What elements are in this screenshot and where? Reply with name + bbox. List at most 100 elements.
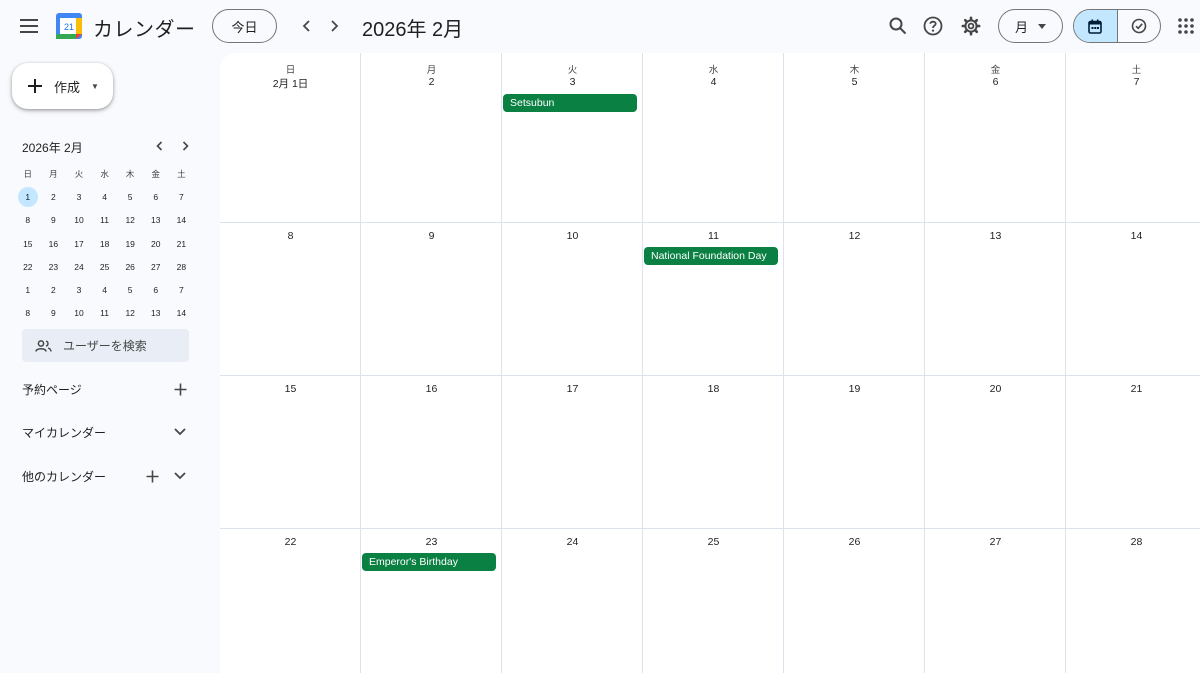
mini-calendar-day[interactable]: 4 <box>92 187 118 207</box>
mini-calendar-day[interactable]: 14 <box>169 303 195 323</box>
day-number[interactable]: 15 <box>220 383 361 395</box>
mini-calendar-day[interactable]: 6 <box>143 187 169 207</box>
mini-calendar-day[interactable]: 5 <box>117 280 143 300</box>
settings-button[interactable] <box>951 6 991 46</box>
view-selector[interactable]: 月 <box>998 9 1063 43</box>
next-period-button[interactable] <box>318 10 350 42</box>
mini-calendar-day[interactable]: 19 <box>117 234 143 254</box>
day-number[interactable]: 25 <box>643 536 784 548</box>
day-number[interactable]: 17 <box>502 383 643 395</box>
mini-calendar-day[interactable]: 11 <box>92 210 118 230</box>
help-button[interactable] <box>913 6 953 46</box>
chevron-right-icon <box>182 141 189 151</box>
mini-calendar-day[interactable]: 9 <box>41 210 67 230</box>
mini-calendar-day[interactable]: 8 <box>15 303 41 323</box>
mini-calendar-day-label: 7 <box>178 285 184 296</box>
day-number[interactable]: 8 <box>220 230 361 242</box>
mini-calendar-day-label: 6 <box>153 285 159 296</box>
booking-pages-section[interactable]: 予約ページ <box>22 377 192 401</box>
mini-calendar-day[interactable]: 13 <box>143 303 169 323</box>
day-number[interactable]: 18 <box>643 383 784 395</box>
mini-calendar-day[interactable]: 28 <box>169 257 195 277</box>
my-calendars-section[interactable]: マイカレンダー <box>22 420 192 444</box>
add-other-calendar-button[interactable] <box>140 464 164 488</box>
search-button[interactable] <box>878 6 918 46</box>
mini-calendar-day[interactable]: 18 <box>92 234 118 254</box>
calendar-logo[interactable]: 21 <box>56 13 82 39</box>
create-button[interactable]: 作成 ▼ <box>12 63 113 109</box>
mini-calendar-day[interactable]: 20 <box>143 234 169 254</box>
mini-calendar-day[interactable]: 2 <box>41 187 67 207</box>
day-number[interactable]: 24 <box>502 536 643 548</box>
day-number[interactable]: 26 <box>784 536 925 548</box>
day-number[interactable]: 4 <box>643 76 784 88</box>
day-number[interactable]: 16 <box>361 383 502 395</box>
mini-calendar-prev-button[interactable] <box>150 136 168 156</box>
mini-calendar-day[interactable]: 10 <box>66 303 92 323</box>
day-number[interactable]: 19 <box>784 383 925 395</box>
mini-calendar-day[interactable]: 3 <box>66 280 92 300</box>
other-calendars-section[interactable]: 他のカレンダー <box>22 464 192 488</box>
mini-calendar-day[interactable]: 12 <box>117 303 143 323</box>
people-search-field[interactable]: ユーザーを検索 <box>22 329 189 362</box>
mini-calendar-next-button[interactable] <box>176 136 194 156</box>
mini-calendar-day[interactable]: 16 <box>41 234 67 254</box>
event-chip[interactable]: Setsubun <box>503 94 637 112</box>
mini-calendar-day[interactable]: 21 <box>169 234 195 254</box>
day-number[interactable]: 6 <box>925 76 1066 88</box>
main-menu-button[interactable] <box>9 6 49 46</box>
mini-calendar-day[interactable]: 25 <box>92 257 118 277</box>
mini-calendar-day[interactable]: 11 <box>92 303 118 323</box>
day-number[interactable]: 14 <box>1066 230 1200 242</box>
tasks-view-toggle[interactable] <box>1118 10 1161 42</box>
event-chip[interactable]: Emperor's Birthday <box>362 553 496 571</box>
day-number[interactable]: 28 <box>1066 536 1200 548</box>
mini-calendar-day[interactable]: 7 <box>169 187 195 207</box>
day-number[interactable]: 27 <box>925 536 1066 548</box>
mini-calendar-day[interactable]: 22 <box>15 257 41 277</box>
mini-calendar-day[interactable]: 7 <box>169 280 195 300</box>
google-apps-button[interactable] <box>1166 6 1200 46</box>
calendar-view-toggle[interactable] <box>1074 10 1118 42</box>
mini-calendar-day[interactable]: 12 <box>117 210 143 230</box>
day-number[interactable]: 11 <box>643 230 784 242</box>
day-number[interactable]: 21 <box>1066 383 1200 395</box>
mini-calendar-day[interactable]: 17 <box>66 234 92 254</box>
day-number[interactable]: 2 <box>361 76 502 88</box>
mini-calendar-day-label: 4 <box>102 191 107 202</box>
mini-calendar-day[interactable]: 2 <box>41 280 67 300</box>
day-number[interactable]: 3 <box>502 76 643 88</box>
mini-calendar-day[interactable]: 5 <box>117 187 143 207</box>
day-number[interactable]: 23 <box>361 536 502 548</box>
view-selector-label: 月 <box>1014 19 1028 35</box>
day-number[interactable]: 5 <box>784 76 925 88</box>
day-number[interactable]: 12 <box>784 230 925 242</box>
mini-calendar-day[interactable]: 15 <box>15 234 41 254</box>
my-calendars-expand-button[interactable] <box>168 420 192 444</box>
mini-calendar-day[interactable]: 6 <box>143 280 169 300</box>
mini-calendar-day[interactable]: 1 <box>15 280 41 300</box>
event-chip[interactable]: National Foundation Day <box>644 247 778 265</box>
day-number[interactable]: 2月 1日 <box>220 76 361 91</box>
mini-calendar-day[interactable]: 9 <box>41 303 67 323</box>
mini-calendar-day[interactable]: 4 <box>92 280 118 300</box>
day-number[interactable]: 20 <box>925 383 1066 395</box>
mini-calendar-day[interactable]: 27 <box>143 257 169 277</box>
mini-calendar-day[interactable]: 24 <box>66 257 92 277</box>
other-calendars-expand-button[interactable] <box>168 464 192 488</box>
day-number[interactable]: 10 <box>502 230 643 242</box>
mini-calendar-day[interactable]: 13 <box>143 210 169 230</box>
mini-calendar-day[interactable]: 3 <box>66 187 92 207</box>
mini-calendar-day[interactable]: 14 <box>169 210 195 230</box>
mini-calendar-day[interactable]: 8 <box>15 210 41 230</box>
day-number[interactable]: 9 <box>361 230 502 242</box>
day-number[interactable]: 13 <box>925 230 1066 242</box>
day-number[interactable]: 7 <box>1066 76 1200 88</box>
day-number[interactable]: 22 <box>220 536 361 548</box>
mini-calendar-day[interactable]: 26 <box>117 257 143 277</box>
add-booking-page-button[interactable] <box>168 377 192 401</box>
mini-calendar-day[interactable]: 23 <box>41 257 67 277</box>
mini-calendar-day[interactable]: 10 <box>66 210 92 230</box>
mini-calendar-day-today[interactable]: 1 <box>15 186 41 207</box>
today-button[interactable]: 今日 <box>212 9 277 43</box>
